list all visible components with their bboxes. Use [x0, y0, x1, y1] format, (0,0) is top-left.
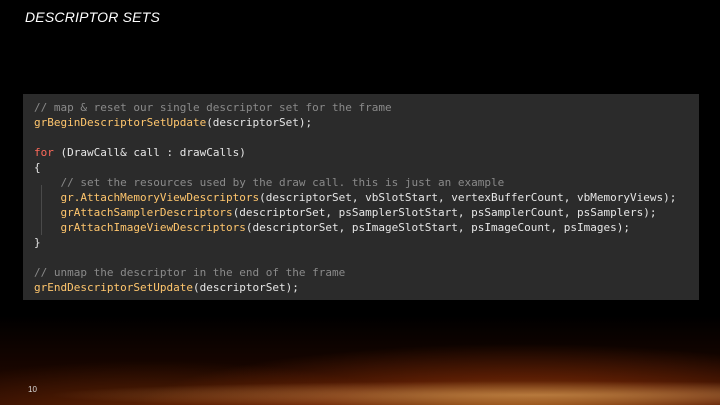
- code-text: }: [34, 236, 41, 249]
- code-comment: // set the resources used by the draw ca…: [34, 176, 505, 189]
- code-function: grBeginDescriptorSetUpdate: [34, 116, 207, 129]
- code-line: grBeginDescriptorSetUpdate(descriptorSet…: [34, 115, 699, 130]
- page-number: 10: [28, 385, 37, 394]
- code-function: grAttachSamplerDescriptors: [34, 206, 233, 219]
- code-line: grAttachSamplerDescriptors(descriptorSet…: [34, 205, 699, 220]
- slide-title: DESCRIPTOR SETS: [25, 9, 160, 25]
- decorative-glow: [0, 345, 720, 405]
- code-text: {: [34, 161, 41, 174]
- indent-guide: [41, 185, 42, 235]
- code-line: // unmap the descriptor in the end of th…: [34, 265, 699, 280]
- code-line: }: [34, 235, 699, 250]
- code-text: (descriptorSet, vbSlotStart, vertexBuffe…: [259, 191, 677, 204]
- code-function: grAttachImageViewDescriptors: [34, 221, 246, 234]
- code-block: // map & reset our single descriptor set…: [23, 94, 699, 300]
- code-line: // map & reset our single descriptor set…: [34, 100, 699, 115]
- code-keyword: for: [34, 146, 54, 159]
- slide: DESCRIPTOR SETS // map & reset our singl…: [0, 0, 720, 405]
- code-function: grEndDescriptorSetUpdate: [34, 281, 193, 294]
- code-text: (descriptorSet, psImageSlotStart, psImag…: [245, 221, 631, 234]
- code-comment: // map & reset our single descriptor set…: [34, 101, 392, 114]
- code-text: (descriptorSet, psSamplerSlotStart, psSa…: [232, 206, 657, 219]
- code-function: gr.AttachMemoryViewDescriptors: [34, 191, 260, 204]
- code-comment: // unmap the descriptor in the end of th…: [34, 266, 346, 279]
- code-line: // set the resources used by the draw ca…: [34, 175, 699, 190]
- code-line: grEndDescriptorSetUpdate(descriptorSet);: [34, 280, 699, 295]
- code-line: for (DrawCall& call : drawCalls): [34, 145, 699, 160]
- code-line: gr.AttachMemoryViewDescriptors(descripto…: [34, 190, 699, 205]
- code-text: (descriptorSet);: [206, 116, 313, 129]
- code-line: grAttachImageViewDescriptors(descriptorS…: [34, 220, 699, 235]
- code-text: (descriptorSet);: [192, 281, 299, 294]
- code-line: {: [34, 160, 699, 175]
- code-text: (DrawCall& call : drawCalls): [53, 146, 246, 159]
